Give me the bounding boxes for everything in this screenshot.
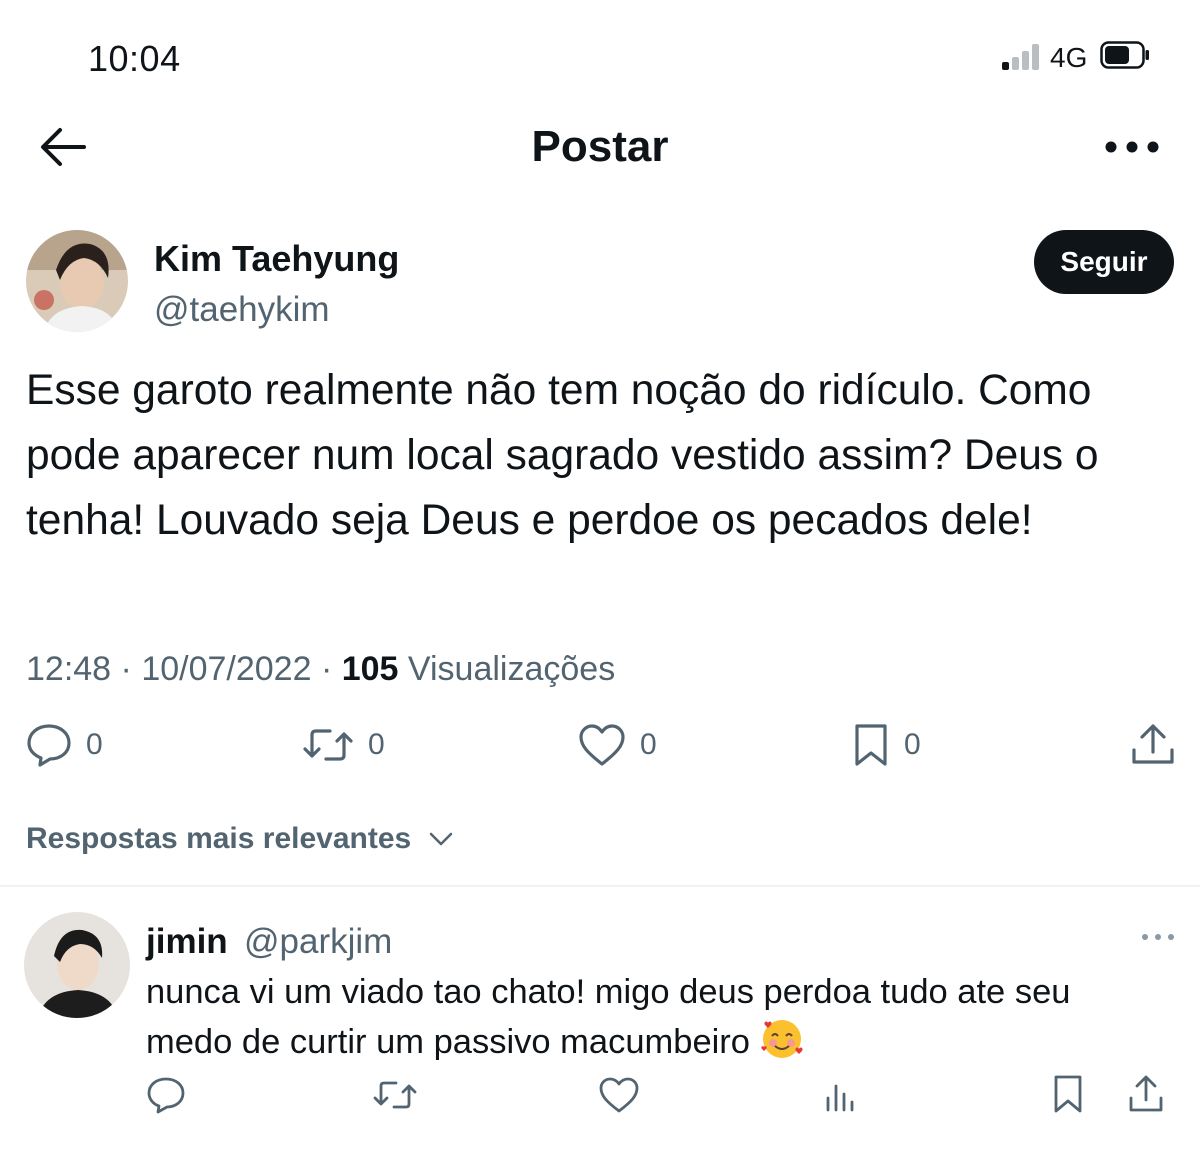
tweet-meta: 12:48 · 10/07/2022 · 105 Visualizações: [26, 650, 615, 689]
tweet-time: 12:48: [26, 650, 112, 688]
reply-author-avatar[interactable]: [24, 912, 130, 1018]
reply-share-icon[interactable]: [1128, 1074, 1164, 1114]
author-name[interactable]: Kim Taehyung: [154, 238, 399, 280]
network-label: 4G: [1050, 42, 1088, 73]
heart-icon: [579, 724, 625, 766]
views-count[interactable]: 105: [342, 650, 399, 688]
meta-separator: ·: [320, 650, 333, 688]
divider: [0, 885, 1200, 887]
author-avatar[interactable]: [26, 230, 128, 332]
like-button[interactable]: 0: [578, 720, 657, 770]
share-icon: [1132, 724, 1174, 764]
retweet-button[interactable]: 0: [302, 720, 385, 770]
page-title: Postar: [531, 122, 669, 171]
reply-retweet-icon[interactable]: [372, 1078, 418, 1112]
follow-button[interactable]: Seguir: [1034, 230, 1174, 294]
more-options-icon[interactable]: [1104, 140, 1160, 154]
reply-text-block: nunca vi um viado tao chato! migo deus p…: [146, 968, 1166, 1067]
smiling-face-with-hearts-icon: [760, 1020, 803, 1058]
reply-text: nunca vi um viado tao chato! migo deus p…: [146, 973, 1071, 1061]
reply-icon: [27, 724, 71, 767]
tweet-date: 10/07/2022: [141, 650, 312, 688]
reply-bookmark-icon[interactable]: [1052, 1074, 1084, 1114]
views-label[interactable]: Visualizações: [408, 650, 615, 688]
tweet-text: Esse garoto realmente não tem noção do r…: [26, 367, 1099, 544]
bookmark-icon: [855, 724, 887, 766]
reply-button[interactable]: 0: [26, 720, 103, 770]
reply-more-icon[interactable]: [1140, 932, 1176, 942]
bookmark-button[interactable]: 0: [852, 720, 921, 770]
reply-heart-icon[interactable]: [598, 1076, 640, 1114]
meta-separator: ·: [120, 650, 132, 688]
chevron-down-icon: [429, 832, 453, 846]
retweet-count: 0: [368, 728, 385, 761]
battery-icon: [1100, 41, 1149, 69]
reply-count: 0: [86, 728, 103, 761]
reply-views-icon[interactable]: [824, 1080, 856, 1112]
signal-icon: [1002, 44, 1042, 70]
author-handle[interactable]: @taehykim: [154, 290, 330, 330]
retweet-icon: [303, 729, 353, 761]
status-time: 10:04: [88, 38, 181, 79]
reply-reply-icon[interactable]: [146, 1076, 186, 1114]
bookmark-count: 0: [904, 728, 921, 761]
share-button[interactable]: [1130, 720, 1176, 770]
replies-sort-dropdown[interactable]: Respostas mais relevantes: [26, 822, 453, 856]
replies-sort-label: Respostas mais relevantes: [26, 822, 412, 855]
reply-author-handle[interactable]: @parkjim: [244, 922, 392, 962]
reply-author-name[interactable]: jimin: [146, 922, 228, 962]
like-count: 0: [640, 728, 657, 761]
